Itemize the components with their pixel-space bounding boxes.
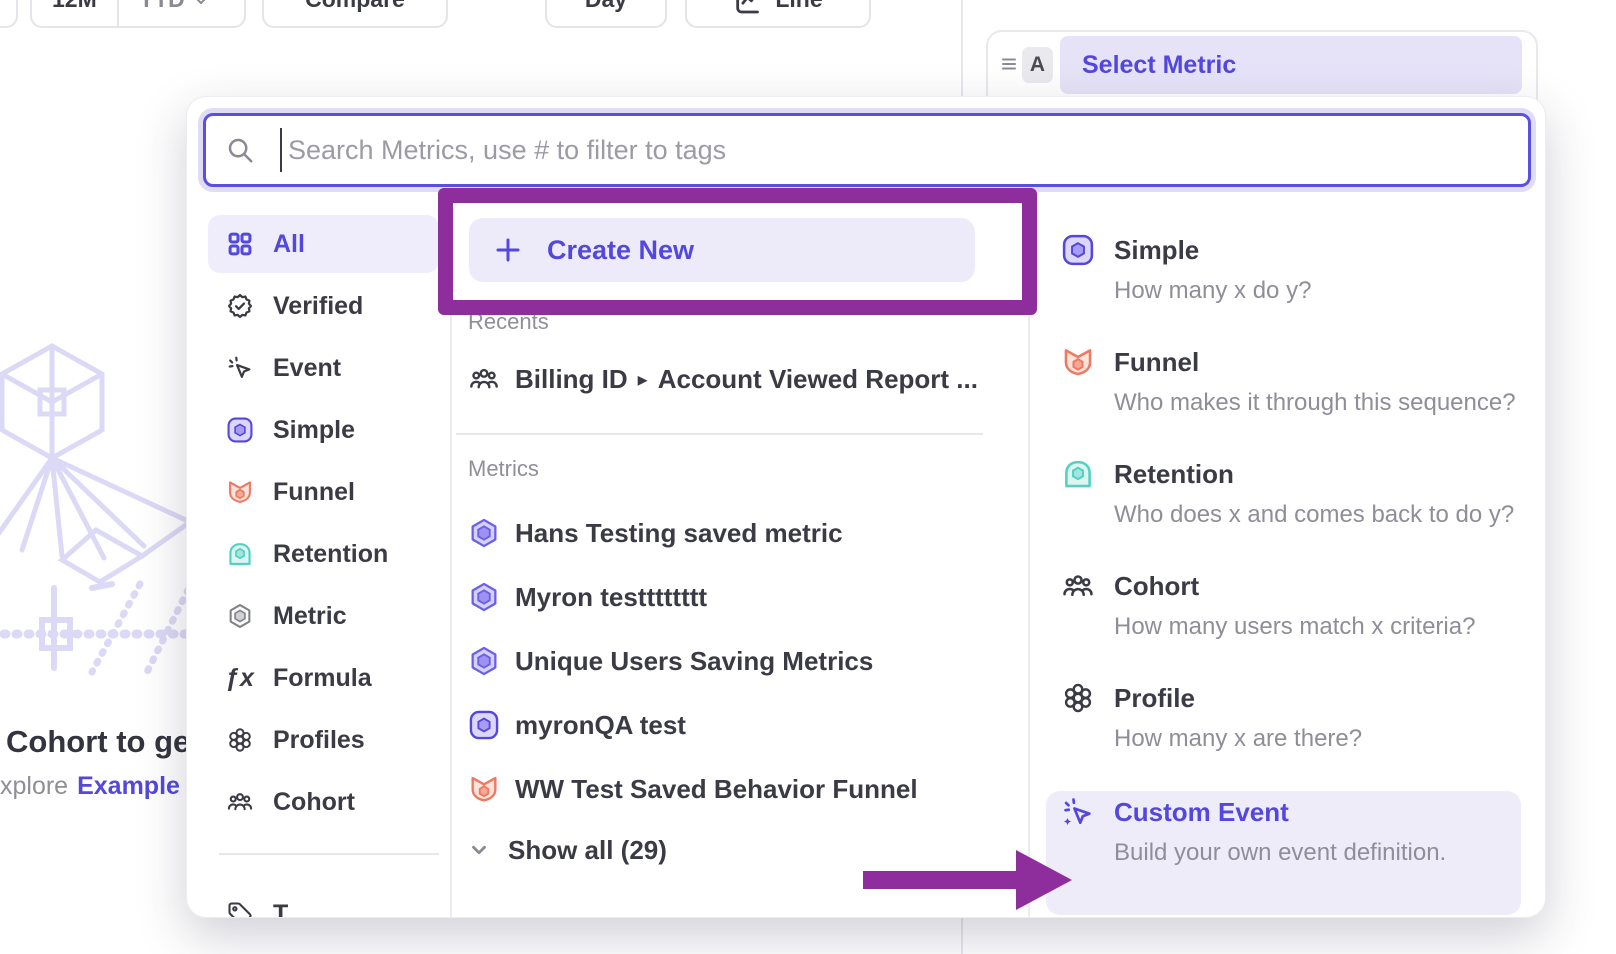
- text-caret: [280, 128, 282, 172]
- type-option-custom-event[interactable]: Custom Event Build your own event defini…: [1045, 795, 1533, 901]
- cohort-people-icon: [225, 787, 255, 817]
- cohort-people-icon: [468, 363, 500, 395]
- type-option-simple[interactable]: Simple How many x do y?: [1045, 233, 1533, 339]
- search-icon: [225, 135, 255, 165]
- retention-icon: [225, 539, 255, 569]
- range-12m-button[interactable]: 12M: [32, 0, 117, 26]
- metric-list-item[interactable]: WW Test Saved Behavior Funnel: [468, 767, 918, 811]
- saved-metric-hexagon-icon: [468, 581, 500, 613]
- type-option-profile[interactable]: Profile How many x are there?: [1045, 681, 1533, 787]
- sidebar-item-cohort[interactable]: Cohort: [208, 773, 439, 831]
- type-option-retention[interactable]: Retention Who does x and comes back to d…: [1045, 457, 1533, 563]
- simple-metric-icon: [1061, 233, 1097, 269]
- grid-icon: [225, 229, 255, 259]
- cohort-people-icon: [1061, 569, 1097, 605]
- plus-icon: [493, 235, 523, 265]
- saved-metric-hexagon-icon: [468, 645, 500, 677]
- simple-metric-icon: [468, 709, 500, 741]
- recents-metrics-divider: [456, 433, 983, 435]
- chevron-down-icon: [468, 839, 490, 861]
- profiles-flower-icon: [225, 725, 255, 755]
- series-a-badge: A: [1022, 47, 1053, 83]
- simple-metric-icon: [225, 415, 255, 445]
- sidebar-item-event[interactable]: Event: [208, 339, 439, 397]
- compare-button[interactable]: Compare: [262, 0, 448, 28]
- sidebar-item-profiles[interactable]: Profiles: [208, 711, 439, 769]
- funnel-icon: [468, 773, 500, 805]
- sidebar-item-all[interactable]: All: [208, 215, 439, 273]
- types-divider: [1028, 201, 1030, 917]
- select-metric-popover: All Verified Event Simple Funnel Retenti…: [186, 96, 1546, 918]
- metric-list-item[interactable]: Myron testttttttt: [468, 575, 707, 619]
- day-granularity-button[interactable]: Day: [545, 0, 667, 28]
- empty-state-headline: Cohort to ge: [6, 724, 190, 760]
- app-window: 12M YTD Compare Day Line A Select Metric: [0, 0, 1616, 954]
- sidebar-item-formula[interactable]: ƒx Formula: [208, 649, 439, 707]
- select-metric-field[interactable]: Select Metric: [1060, 36, 1522, 94]
- verified-badge-icon: [225, 291, 255, 321]
- sidebar-item-metric[interactable]: Metric: [208, 587, 439, 645]
- type-option-cohort[interactable]: Cohort How many users match x criteria?: [1045, 569, 1533, 675]
- formula-fx-icon: ƒx: [225, 663, 255, 693]
- drag-handle-icon[interactable]: [999, 54, 1019, 74]
- metric-search: [203, 113, 1531, 187]
- date-range-segmented-control[interactable]: 12M YTD: [30, 0, 246, 28]
- line-chart-icon: [733, 0, 761, 16]
- profiles-flower-icon: [1061, 681, 1097, 717]
- recents-section-label: Recents: [468, 309, 549, 335]
- funnel-icon: [1061, 345, 1097, 381]
- explore-text: xplore: [0, 772, 68, 801]
- show-all-toggle[interactable]: Show all (29): [468, 828, 667, 872]
- metric-list-item[interactable]: Unique Users Saving Metrics: [468, 639, 873, 683]
- chevron-down-icon: [193, 0, 209, 9]
- metric-hexagon-icon: [225, 601, 255, 631]
- toolbar-button-partial[interactable]: [0, 0, 18, 28]
- range-ytd-button[interactable]: YTD: [117, 0, 229, 26]
- breadcrumb-arrow: ▸: [638, 367, 648, 392]
- sidebar-item-retention[interactable]: Retention: [208, 525, 439, 583]
- sidebar-divider: [450, 201, 452, 917]
- search-input[interactable]: [203, 113, 1531, 187]
- recent-item-billing-id[interactable]: Billing ID ▸ Account Viewed Report ...: [468, 357, 978, 401]
- sidebar-section-divider: [219, 853, 439, 855]
- empty-state-subtext: xplore Example: [0, 772, 192, 801]
- line-chart-type-button[interactable]: Line: [685, 0, 871, 28]
- example-link[interactable]: Example: [77, 772, 180, 801]
- sidebar-item-simple[interactable]: Simple: [208, 401, 439, 459]
- create-new-button[interactable]: Create New: [469, 218, 975, 282]
- custom-event-cursor-icon: [1061, 795, 1097, 831]
- retention-icon: [1061, 457, 1097, 493]
- sidebar-item-funnel[interactable]: Funnel: [208, 463, 439, 521]
- metric-list-item[interactable]: Hans Testing saved metric: [468, 511, 843, 555]
- sidebar-item-verified[interactable]: Verified: [208, 277, 439, 335]
- type-option-funnel[interactable]: Funnel Who makes it through this sequenc…: [1045, 345, 1533, 451]
- tag-icon: [225, 899, 255, 918]
- saved-metric-hexagon-icon: [468, 517, 500, 549]
- sidebar-item-tags[interactable]: T: [208, 885, 439, 918]
- metric-list-item[interactable]: myronQA test: [468, 703, 686, 747]
- metrics-section-label: Metrics: [468, 456, 539, 482]
- funnel-icon: [225, 477, 255, 507]
- event-cursor-icon: [225, 353, 255, 383]
